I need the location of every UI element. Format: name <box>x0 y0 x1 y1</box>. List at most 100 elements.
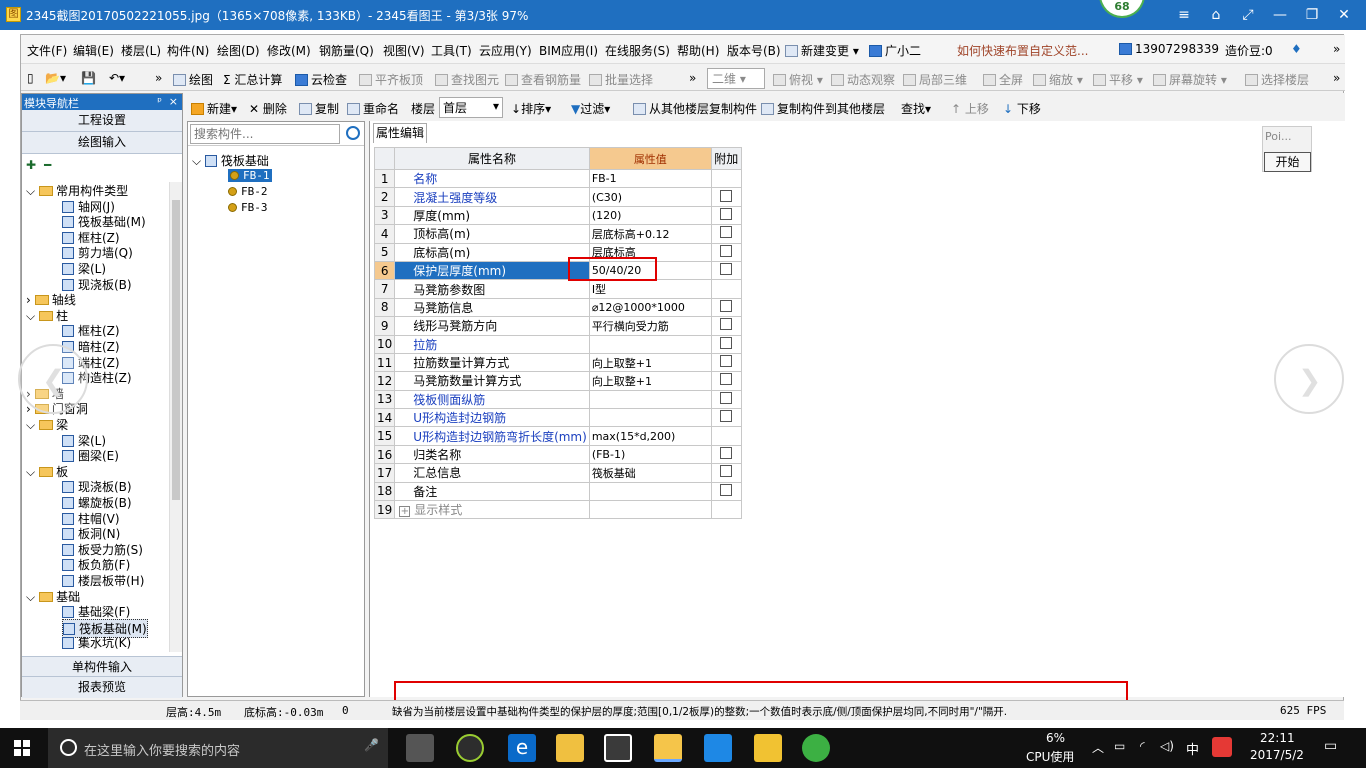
menu-view[interactable]: 视图(V) <box>383 42 425 59</box>
top-view-tool[interactable]: 俯视 ▾ <box>773 71 823 88</box>
orbit-tool[interactable]: 动态观察 <box>831 71 895 88</box>
network-icon[interactable]: ▭ <box>1114 739 1125 753</box>
expand-icon[interactable]: + <box>399 506 411 518</box>
nav-item[interactable]: 现浇板(B) <box>62 276 132 293</box>
prev-image-button[interactable]: ❮ <box>18 344 88 414</box>
attach-checkbox[interactable] <box>720 483 733 496</box>
property-name[interactable]: 归类名称 <box>394 444 590 465</box>
move-up-button[interactable]: ↑ 上移 <box>951 100 989 117</box>
notes-app-icon[interactable] <box>754 734 782 762</box>
property-value[interactable]: FB-1 <box>588 168 712 189</box>
search-icon[interactable] <box>346 126 360 140</box>
nav-close-icon[interactable]: × <box>169 95 178 108</box>
find-button[interactable]: 查找▾ <box>901 100 931 117</box>
start-button[interactable]: 开始 <box>1264 152 1311 172</box>
rotate-tool[interactable]: 屏幕旋转 ▾ <box>1153 71 1227 88</box>
attach-checkbox[interactable] <box>720 244 733 257</box>
nav-item[interactable]: 螺旋板(B) <box>62 494 132 511</box>
property-row[interactable]: 4 顶标高(m) 层底标高+0.12 <box>373 224 742 244</box>
attach-checkbox[interactable] <box>720 336 733 349</box>
nav-folder[interactable]: ⌵ 柱 <box>26 307 68 324</box>
property-name[interactable]: 线形马凳筋方向 <box>394 316 590 336</box>
attach-checkbox[interactable] <box>720 226 733 239</box>
sogou-icon[interactable] <box>1212 737 1232 757</box>
nav-item[interactable]: 现浇板(B) <box>62 478 132 495</box>
project-settings-button[interactable]: 工程设置 <box>22 110 182 132</box>
microphone-icon[interactable]: 🎤 <box>364 738 379 752</box>
local-3d-tool[interactable]: 局部三维 <box>903 71 967 88</box>
property-name[interactable]: U形构造封边钢筋弯折长度(mm) <box>394 426 590 446</box>
property-name[interactable]: 拉筋 <box>394 334 590 354</box>
close-icon[interactable]: ✕ <box>1334 6 1354 24</box>
wifi-icon[interactable]: ◜ <box>1140 739 1145 753</box>
toolbar-overflow-2-icon[interactable]: » <box>689 71 696 85</box>
property-row[interactable]: 7 马凳筋参数图 Ⅰ型 <box>373 279 742 299</box>
nav-folder[interactable]: ⌵ 基础 <box>26 588 80 605</box>
toggle-icon[interactable]: ⌵ <box>26 418 35 432</box>
property-name[interactable]: 厚度(mm) <box>394 205 590 226</box>
property-value[interactable]: max(15*d,200) <box>588 426 712 446</box>
batch-select-tool[interactable]: 批量选择 <box>589 71 653 88</box>
nav-item[interactable]: 板负筋(F) <box>62 556 130 573</box>
expand-all-icon[interactable]: ✚ <box>26 158 36 172</box>
property-row[interactable]: 9 线形马凳筋方向 平行横向受力筋 <box>373 316 742 336</box>
nav-folder[interactable]: ⌵ 梁 <box>26 416 68 433</box>
menu-online[interactable]: 在线服务(S) <box>605 42 670 59</box>
property-value[interactable] <box>588 481 712 502</box>
file-explorer-icon[interactable] <box>556 734 584 762</box>
filter-button[interactable]: ▼过滤▾ <box>571 100 610 117</box>
open-file-icon[interactable]: 📂▾ <box>45 71 66 85</box>
property-name[interactable]: U形构造封边钢筋 <box>394 408 590 428</box>
tab-property-edit[interactable]: 属性编辑 <box>373 123 427 143</box>
property-row[interactable]: 19 + 显示样式 <box>373 500 742 520</box>
property-value[interactable]: 向上取整+1 <box>588 352 712 373</box>
menu-floor[interactable]: 楼层(L) <box>121 42 161 59</box>
clock-date[interactable]: 2017/5/2 <box>1250 748 1304 762</box>
collapse-all-icon[interactable]: ━ <box>44 158 51 172</box>
bell-icon[interactable]: ♦ <box>1291 42 1302 56</box>
menu-version[interactable]: 版本号(B) <box>727 42 781 59</box>
draw-tool[interactable]: 绘图 <box>173 71 213 88</box>
property-name[interactable]: 混凝土强度等级 <box>394 187 590 207</box>
property-name[interactable]: 筏板侧面纵筋 <box>394 389 590 410</box>
property-name[interactable]: 马凳筋参数图 <box>394 279 590 299</box>
menu-modify[interactable]: 修改(M) <box>267 42 311 59</box>
component-search-input[interactable] <box>190 124 340 144</box>
scrollbar-thumb[interactable] <box>172 200 180 500</box>
component-item-fb2[interactable]: FB-2 <box>228 185 268 198</box>
property-value[interactable] <box>588 389 712 410</box>
attach-checkbox[interactable] <box>720 207 733 220</box>
menu-component[interactable]: 构件(N) <box>167 42 209 59</box>
property-row[interactable]: 14 U形构造封边钢筋 <box>373 408 742 428</box>
cloud-check-tool[interactable]: 云检查 <box>295 71 347 88</box>
restore-icon[interactable]: ❐ <box>1302 6 1322 24</box>
nav-item[interactable]: 框柱(Z) <box>62 229 120 246</box>
single-component-input-button[interactable]: 单构件输入 <box>22 656 182 678</box>
nav-item[interactable]: 集水坑(K) <box>62 634 131 651</box>
property-value[interactable]: (120) <box>588 205 712 226</box>
copy-button[interactable]: 复制 <box>299 100 339 117</box>
property-row[interactable]: 1 名称 FB-1 <box>373 168 742 189</box>
view-mode-select[interactable]: 二维 ▾ <box>707 68 765 89</box>
copy-from-floor-button[interactable]: 从其他楼层复制构件 <box>633 100 757 117</box>
property-name[interactable]: 名称 <box>394 168 590 189</box>
nav-item[interactable]: 梁(L) <box>62 260 106 277</box>
zoom-tool[interactable]: 缩放 ▾ <box>1033 71 1083 88</box>
nav-item[interactable]: 轴网(J) <box>62 198 115 215</box>
drawing-input-button[interactable]: 绘图输入 <box>22 132 182 154</box>
property-row[interactable]: 18 备注 <box>373 481 742 502</box>
speed-badge[interactable]: 68 <box>1099 0 1145 18</box>
property-name[interactable]: 马凳筋信息 <box>394 297 590 318</box>
new-change-menu[interactable]: 新建变更 ▾ <box>785 42 859 59</box>
sort-button[interactable]: ↓排序▾ <box>511 100 551 117</box>
tray-expand-icon[interactable]: ︿ <box>1092 739 1104 756</box>
toggle-icon[interactable]: ⌵ <box>26 465 35 479</box>
nav-item[interactable]: 楼层板带(H) <box>62 572 144 589</box>
nav-folder[interactable]: › 轴线 <box>26 291 76 308</box>
property-name[interactable]: 马凳筋数量计算方式 <box>394 371 590 391</box>
menu-bim[interactable]: BIM应用(I) <box>539 42 598 59</box>
save-icon[interactable]: 💾 <box>81 71 96 85</box>
select-floor-tool[interactable]: 选择楼层 <box>1245 71 1309 88</box>
property-row[interactable]: 16 归类名称 (FB-1) <box>373 444 742 465</box>
toolbar-overflow-3-icon[interactable]: » <box>1333 71 1340 85</box>
